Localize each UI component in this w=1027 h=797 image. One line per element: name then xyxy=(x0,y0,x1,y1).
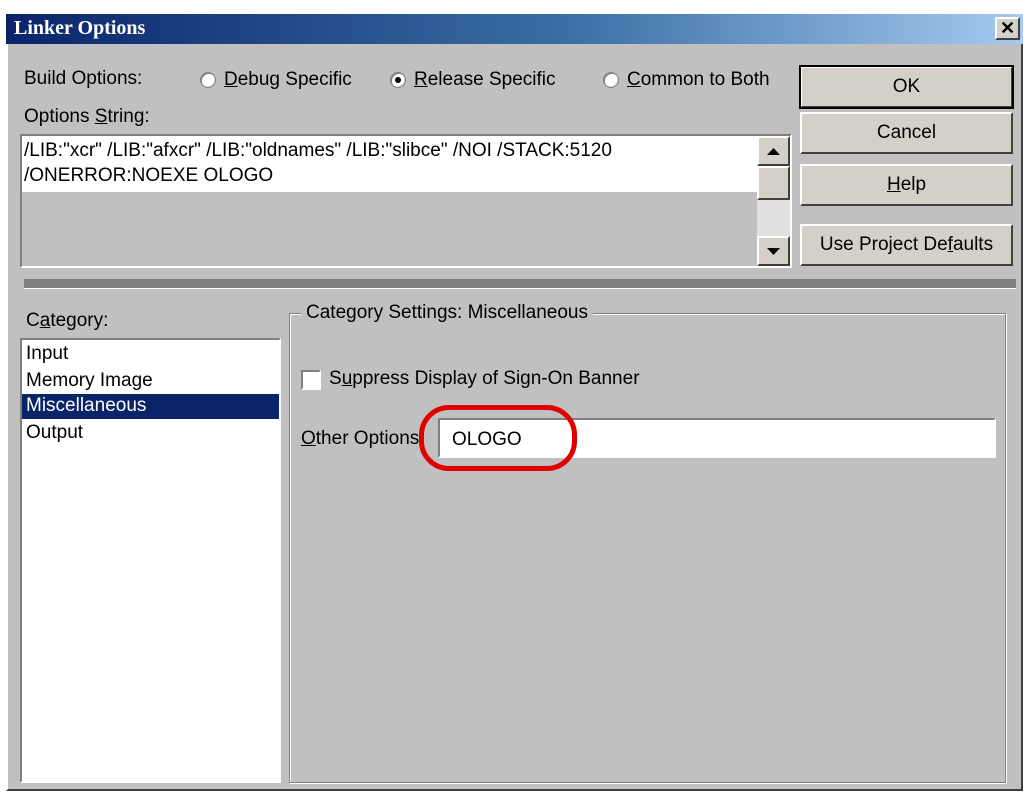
scroll-thumb[interactable] xyxy=(757,166,790,200)
radio-debug-label: Debug Specific xyxy=(224,69,352,90)
build-options-radio-group: Debug Specific Release Specific Common t… xyxy=(200,69,800,92)
category-settings-title: Category Settings: Miscellaneous xyxy=(301,302,593,324)
use-project-defaults-button[interactable]: Use Project Defaults xyxy=(800,224,1013,266)
category-list[interactable]: Input Memory Image Miscellaneous Output xyxy=(20,338,281,783)
radio-release-label: Release Specific xyxy=(414,69,556,90)
options-string-line-1: /LIB:"xcr" /LIB:"afxcr" /LIB:"oldnames" … xyxy=(24,140,612,161)
ok-button[interactable]: OK xyxy=(799,65,1014,109)
options-string-textarea[interactable]: /LIB:"xcr" /LIB:"afxcr" /LIB:"oldnames" … xyxy=(20,134,792,268)
scroll-down-button[interactable] xyxy=(757,236,790,266)
options-string-line-2: /ONERROR:NOEXE OLOGO xyxy=(24,165,274,186)
radio-debug-icon xyxy=(200,72,216,88)
scroll-up-button[interactable] xyxy=(757,136,790,166)
suppress-banner-label: Suppress Display of Sign-On Banner xyxy=(329,368,640,389)
category-item-output[interactable]: Output xyxy=(22,421,279,446)
category-item-miscellaneous[interactable]: Miscellaneous xyxy=(22,394,279,419)
close-icon: ✕ xyxy=(999,18,1016,38)
close-button[interactable]: ✕ xyxy=(995,17,1020,40)
radio-debug-specific[interactable]: Debug Specific xyxy=(200,69,390,92)
suppress-banner-checkbox[interactable]: Suppress Display of Sign-On Banner xyxy=(301,368,721,394)
radio-release-specific[interactable]: Release Specific xyxy=(390,69,595,92)
options-string-label: Options String: xyxy=(24,106,150,127)
scroll-down-icon xyxy=(767,248,780,255)
radio-common-to-both[interactable]: Common to Both xyxy=(603,69,793,92)
category-label: Category: xyxy=(26,310,109,331)
window-title: Linker Options xyxy=(14,17,146,39)
scroll-up-icon xyxy=(767,148,780,155)
checkbox-icon xyxy=(301,370,321,390)
category-item-input[interactable]: Input xyxy=(22,342,279,367)
options-string-content: /LIB:"xcr" /LIB:"afxcr" /LIB:"oldnames" … xyxy=(22,136,757,192)
other-options-label: Other Options: xyxy=(301,428,425,449)
radio-common-icon xyxy=(603,72,619,88)
radio-release-icon xyxy=(390,72,406,88)
highlight-annotation xyxy=(419,405,577,471)
build-options-label: Build Options: xyxy=(24,68,143,89)
separator xyxy=(24,279,1016,289)
title-bar[interactable]: Linker Options ✕ xyxy=(6,14,1023,44)
help-button[interactable]: Help xyxy=(800,164,1013,206)
category-item-memory-image[interactable]: Memory Image xyxy=(22,369,279,394)
cancel-button[interactable]: Cancel xyxy=(800,112,1013,154)
radio-common-label: Common to Both xyxy=(627,69,770,90)
options-string-scrollbar[interactable] xyxy=(757,136,790,266)
